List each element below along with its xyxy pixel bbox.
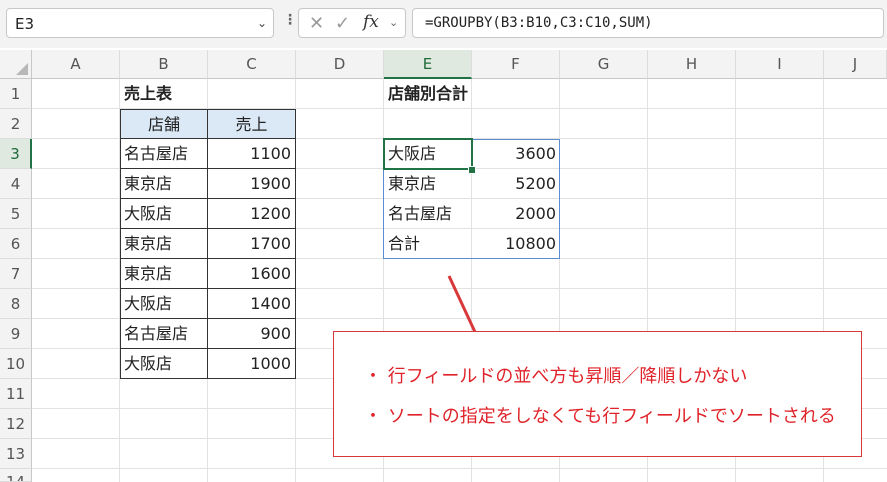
sales-amount-cell[interactable]: 1700: [208, 229, 296, 259]
callout-line-2: ・ ソートの指定をしなくても行フィールドでソートされる: [364, 406, 836, 427]
row-header-12[interactable]: 12: [0, 409, 32, 439]
result-total-cell[interactable]: 2000: [472, 199, 560, 229]
sales-amount-cell[interactable]: 1000: [208, 349, 296, 379]
row-header-8[interactable]: 8: [0, 289, 32, 319]
active-cell-cursor[interactable]: [383, 138, 473, 170]
formula-controls: ✕ ✓ fx ⌄: [298, 8, 406, 38]
column-header-i[interactable]: I: [736, 50, 824, 79]
result-store-cell[interactable]: 東京店: [384, 169, 472, 199]
insert-function-icon[interactable]: fx: [363, 12, 379, 32]
cancel-icon[interactable]: ✕: [309, 13, 324, 34]
sales-store-cell[interactable]: 名古屋店: [120, 319, 208, 349]
sales-header-amount[interactable]: 売上: [207, 109, 296, 139]
sales-table-title: 売上表: [124, 84, 173, 103]
select-all-triangle-icon: [16, 63, 28, 75]
result-total-cell[interactable]: 5200: [472, 169, 560, 199]
sales-amount-cell[interactable]: 1200: [208, 199, 296, 229]
sales-store-cell[interactable]: 東京店: [120, 169, 208, 199]
row-header-13[interactable]: 13: [0, 439, 32, 469]
sales-amount-cell[interactable]: 1600: [208, 259, 296, 289]
formula-bar-area: E3 ⌄ ⋮ ✕ ✓ fx ⌄ =GROUPBY(B3:B10,C3:C10,S…: [0, 0, 887, 48]
sales-store-cell[interactable]: 東京店: [120, 229, 208, 259]
column-header-d[interactable]: D: [296, 50, 384, 79]
sales-amount-cell[interactable]: 1400: [208, 289, 296, 319]
column-header-e[interactable]: E: [384, 50, 472, 79]
chevron-down-icon[interactable]: ⌄: [257, 16, 267, 30]
sales-store-cell[interactable]: 名古屋店: [120, 139, 208, 169]
result-grand-total-label[interactable]: 合計: [384, 229, 472, 259]
column-header-j[interactable]: J: [824, 50, 887, 79]
row-header-11[interactable]: 11: [0, 379, 32, 409]
row-header-5[interactable]: 5: [0, 199, 32, 229]
enter-icon[interactable]: ✓: [335, 13, 350, 34]
row-header-7[interactable]: 7: [0, 259, 32, 289]
column-header-a[interactable]: A: [32, 50, 120, 79]
name-box-value: E3: [15, 15, 35, 33]
row-header-9[interactable]: 9: [0, 319, 32, 349]
formula-text: =GROUPBY(B3:B10,C3:C10,SUM): [425, 15, 653, 31]
sales-store-cell[interactable]: 大阪店: [120, 289, 208, 319]
sales-store-cell[interactable]: 大阪店: [120, 349, 208, 379]
column-header-f[interactable]: F: [472, 50, 560, 79]
sales-store-cell[interactable]: 東京店: [120, 259, 208, 289]
callout-line-1: ・ 行フィールドの並べ方も昇順／降順しかない: [364, 366, 748, 387]
sales-amount-cell[interactable]: 1900: [208, 169, 296, 199]
column-header-g[interactable]: G: [560, 50, 648, 79]
annotation-callout: ・ 行フィールドの並べ方も昇順／降順しかない ・ ソートの指定をしなくても行フィ…: [333, 331, 862, 457]
result-grand-total-value[interactable]: 10800: [472, 229, 560, 259]
sales-amount-cell[interactable]: 900: [208, 319, 296, 349]
name-box[interactable]: E3 ⌄: [6, 8, 274, 38]
more-options-icon[interactable]: ⋮: [283, 12, 297, 28]
result-table-title: 店舗別合計: [388, 84, 469, 103]
row-header-4[interactable]: 4: [0, 169, 32, 199]
row-header-10[interactable]: 10: [0, 349, 32, 379]
row-header-2[interactable]: 2: [0, 109, 32, 139]
formula-input[interactable]: =GROUPBY(B3:B10,C3:C10,SUM): [412, 8, 884, 38]
sales-header-store[interactable]: 店舗: [120, 109, 208, 139]
column-header-h[interactable]: H: [648, 50, 736, 79]
fill-handle[interactable]: [468, 166, 476, 174]
row-header-14[interactable]: 14: [0, 469, 32, 482]
row-header-3[interactable]: 3: [0, 139, 32, 169]
select-all-button[interactable]: [0, 50, 32, 79]
sales-store-cell[interactable]: 大阪店: [120, 199, 208, 229]
column-header-b[interactable]: B: [120, 50, 208, 79]
row-header-6[interactable]: 6: [0, 229, 32, 259]
row-header-1[interactable]: 1: [0, 79, 32, 109]
sales-amount-cell[interactable]: 1100: [208, 139, 296, 169]
chevron-down-icon[interactable]: ⌄: [389, 16, 398, 29]
result-store-cell[interactable]: 名古屋店: [384, 199, 472, 229]
result-total-cell[interactable]: 3600: [472, 139, 560, 169]
column-header-c[interactable]: C: [208, 50, 296, 79]
